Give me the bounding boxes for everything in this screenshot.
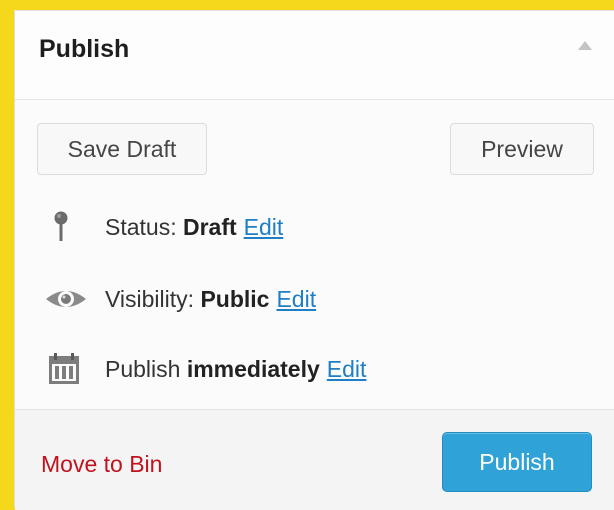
status-label: Status: (105, 213, 177, 240)
edit-visibility-link[interactable]: Edit (276, 286, 316, 313)
save-draft-button[interactable]: Save Draft (37, 123, 207, 175)
schedule-row: Publish immediately Edit (43, 349, 366, 389)
calendar-icon (43, 351, 89, 387)
publish-schedule-label: Publish (105, 355, 181, 382)
eye-icon (43, 281, 89, 317)
triangle-up-icon[interactable] (578, 41, 592, 50)
publish-box-header[interactable]: Publish (15, 11, 614, 100)
status-value: Draft (183, 213, 237, 240)
status-row: Status: Draft Edit (43, 207, 283, 247)
visibility-label: Visibility: (105, 285, 195, 312)
visibility-row: Visibility: Public Edit (43, 279, 316, 319)
edit-status-link[interactable]: Edit (244, 214, 284, 241)
edit-schedule-link[interactable]: Edit (327, 356, 367, 383)
major-publishing-actions: Move to Bin Publish (15, 409, 614, 510)
publish-box-title: Publish (39, 35, 130, 63)
publish-box: Publish Save Draft Preview Status: Draft… (14, 10, 614, 510)
publish-schedule-value: immediately (186, 355, 320, 382)
pin-icon (43, 209, 89, 245)
preview-button[interactable]: Preview (450, 123, 594, 175)
publish-button[interactable]: Publish (442, 432, 592, 492)
move-to-bin-link[interactable]: Move to Bin (41, 451, 162, 478)
visibility-value: Public (200, 285, 270, 312)
